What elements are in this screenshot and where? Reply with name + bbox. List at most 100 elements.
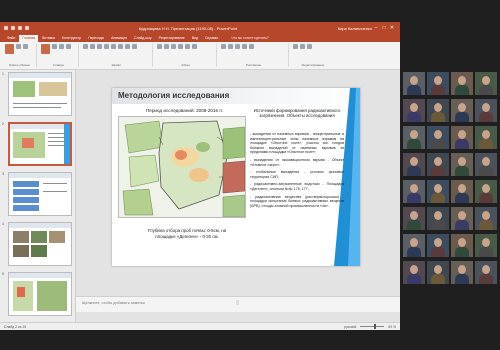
align-right-icon[interactable] (185, 44, 190, 49)
participant-video-tile[interactable] (451, 207, 473, 230)
reset-icon[interactable] (59, 44, 64, 49)
participant-video-tile[interactable] (475, 261, 497, 284)
participant-video-tile[interactable] (475, 99, 497, 122)
participant-video-tile[interactable] (451, 126, 473, 149)
shadow-icon[interactable] (111, 44, 116, 49)
slide-editor[interactable]: Методология исследования Период исследов… (76, 70, 400, 296)
participant-video-tile[interactable] (403, 207, 425, 230)
participant-video-tile[interactable] (475, 153, 497, 176)
slide-title[interactable]: Методология исследования (118, 91, 229, 100)
copy-icon[interactable] (23, 44, 28, 49)
tab-review[interactable]: Рецензирование (156, 35, 188, 42)
participant-video-tile[interactable] (403, 153, 425, 176)
tab-view[interactable]: Вид (189, 35, 201, 42)
slide-thumbnail[interactable] (8, 172, 72, 216)
layout-icon[interactable] (52, 44, 57, 49)
participant-video-tile[interactable] (427, 261, 449, 284)
zoom-slider[interactable] (360, 324, 385, 329)
participant-video-tile[interactable] (403, 180, 425, 203)
participant-video-tile[interactable] (475, 207, 497, 230)
participant-video-tile[interactable] (475, 72, 497, 95)
tab-home[interactable]: Главная (19, 35, 39, 42)
cut-icon[interactable] (16, 44, 21, 49)
participant-video-tile[interactable] (451, 72, 473, 95)
sampling-depth-caption[interactable]: Глубина отбора проб почвы: 0-5см, на пло… (142, 228, 232, 239)
font-size-down-icon[interactable] (132, 44, 137, 49)
study-area-map[interactable] (118, 116, 246, 218)
participant-video-tile[interactable] (427, 207, 449, 230)
quick-styles-icon[interactable] (235, 44, 240, 49)
bold-icon[interactable] (83, 44, 88, 49)
thumbnail-row[interactable]: 3 (0, 170, 76, 220)
slide-thumbnail[interactable] (8, 272, 72, 316)
tab-design[interactable]: Конструктор (59, 35, 84, 42)
participant-video-tile[interactable] (403, 234, 425, 257)
participant-video-tile[interactable] (427, 72, 449, 95)
participant-video-tile[interactable] (451, 261, 473, 284)
slide-thumbnail-selected[interactable] (8, 122, 72, 166)
thumbnail-row[interactable]: 1 (0, 70, 76, 120)
participant-video-tile[interactable] (427, 126, 449, 149)
research-period[interactable]: Период исследований: 2008-2016 гг. (146, 108, 223, 113)
thumbnail-row[interactable]: 4 (0, 220, 76, 270)
participant-video-tile[interactable] (403, 126, 425, 149)
participant-video-tile[interactable] (475, 126, 497, 149)
current-slide[interactable]: Методология исследования Период исследов… (112, 88, 360, 266)
arrange-icon[interactable] (228, 44, 233, 49)
align-left-icon[interactable] (171, 44, 176, 49)
shape-outline-icon[interactable] (249, 44, 254, 49)
tell-me-search[interactable]: Что вы хотите сделать? (228, 35, 271, 42)
language-indicator[interactable]: русский (344, 325, 356, 329)
participant-video-tile[interactable] (475, 234, 497, 257)
strike-icon[interactable] (104, 44, 109, 49)
new-slide-icon[interactable] (41, 44, 50, 54)
maximize-button[interactable]: □ (380, 25, 388, 31)
italic-icon[interactable] (90, 44, 95, 49)
thumbnail-row[interactable]: 5 (0, 270, 76, 320)
participant-video-tile[interactable] (451, 234, 473, 257)
tab-file[interactable]: Файл (4, 35, 18, 42)
bullets-icon[interactable] (157, 44, 162, 49)
redo-icon[interactable] (18, 26, 22, 30)
font-size-up-icon[interactable] (125, 44, 130, 49)
justify-icon[interactable] (192, 44, 197, 49)
participant-video-tile[interactable] (427, 99, 449, 122)
sources-heading[interactable]: Источники формирования радиоактивного за… (248, 108, 346, 119)
paste-icon[interactable] (5, 44, 14, 54)
save-icon[interactable] (4, 26, 8, 30)
slide-thumbnail[interactable] (8, 222, 72, 266)
zoom-level[interactable]: 69 % (388, 325, 396, 329)
minimize-button[interactable]: – (372, 25, 380, 31)
tab-slideshow[interactable]: Слайд-шоу (131, 35, 155, 42)
underline-icon[interactable] (97, 44, 102, 49)
present-icon[interactable] (25, 26, 29, 30)
find-icon[interactable] (293, 44, 298, 49)
font-color-icon[interactable] (118, 44, 123, 49)
tab-help[interactable]: Справка (202, 35, 221, 42)
participant-video-tile[interactable] (403, 72, 425, 95)
participant-video-tile[interactable] (427, 234, 449, 257)
user-name[interactable]: Кира Калиниченко (312, 26, 372, 31)
participant-video-tile[interactable] (475, 180, 497, 203)
tab-insert[interactable]: Вставка (39, 35, 58, 42)
tab-transitions[interactable]: Переходы (85, 35, 107, 42)
shape-fill-icon[interactable] (242, 44, 247, 49)
participant-video-tile[interactable] (403, 261, 425, 284)
participant-video-tile[interactable] (451, 153, 473, 176)
slide-thumbnails-pane[interactable]: 1 2 3 4 5 (0, 70, 76, 322)
sources-list[interactable]: - выпадения от наземных взрывов - эпицен… (250, 132, 344, 211)
participant-video-tile[interactable] (427, 153, 449, 176)
align-center-icon[interactable] (178, 44, 183, 49)
participant-video-tile[interactable] (451, 180, 473, 203)
shapes-icon[interactable] (221, 44, 226, 49)
undo-icon[interactable] (11, 26, 15, 30)
participant-video-tile[interactable] (427, 180, 449, 203)
slide-thumbnail[interactable] (8, 72, 72, 116)
replace-icon[interactable] (300, 44, 305, 49)
participant-video-tile[interactable] (451, 99, 473, 122)
close-button[interactable]: ✕ (388, 25, 396, 31)
select-icon[interactable] (307, 44, 312, 49)
participant-video-tile[interactable] (403, 99, 425, 122)
thumbnail-row[interactable]: 2 (0, 120, 76, 170)
section-icon[interactable] (66, 44, 71, 49)
